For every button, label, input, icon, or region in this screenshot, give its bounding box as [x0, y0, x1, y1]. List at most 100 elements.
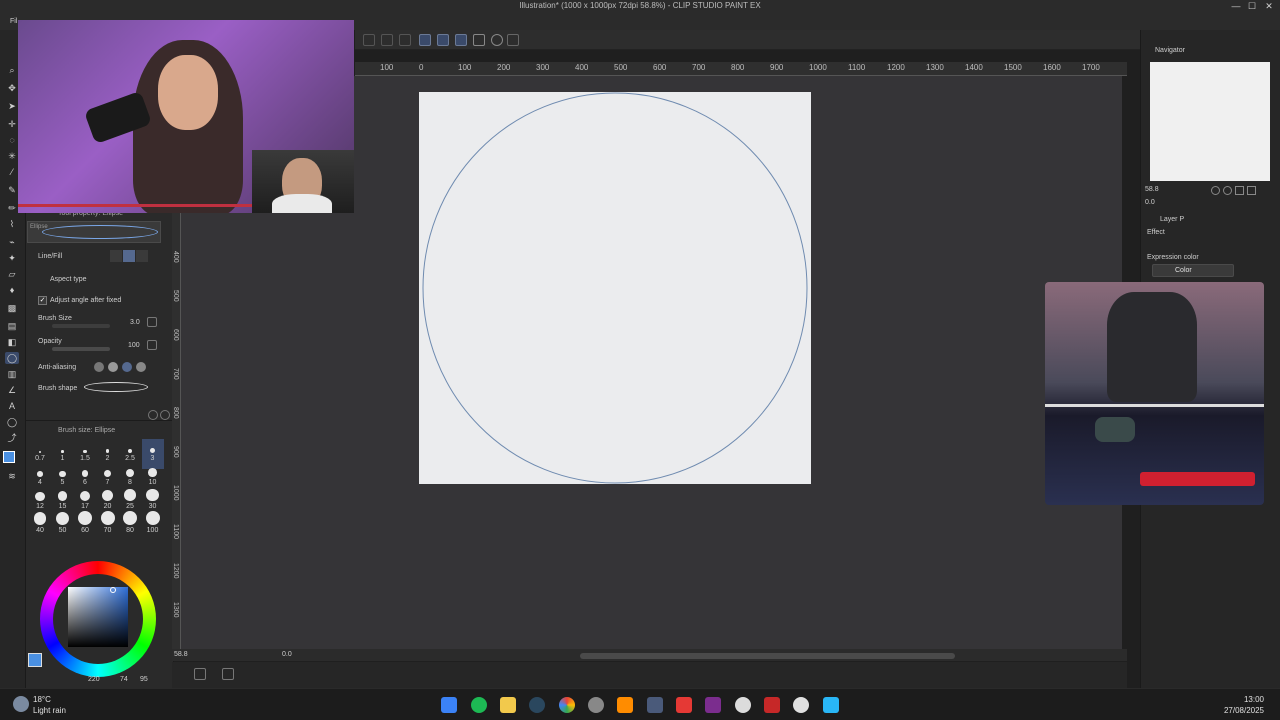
- undo-icon[interactable]: [363, 34, 375, 46]
- spotify-icon[interactable]: [471, 697, 487, 713]
- zoom-icon[interactable]: ⌕: [5, 64, 19, 76]
- fl-studio-icon[interactable]: [617, 697, 633, 713]
- tablet-icon[interactable]: [473, 34, 485, 46]
- store-icon[interactable]: [647, 697, 663, 713]
- windows-start-icon[interactable]: [441, 697, 457, 713]
- brush-icon[interactable]: ⌇: [5, 218, 19, 230]
- navigator-angle[interactable]: 0.0: [1145, 199, 1155, 206]
- brush-size-option[interactable]: 40: [29, 511, 51, 541]
- zoom-in-icon[interactable]: [1223, 186, 1232, 195]
- eraser-icon[interactable]: ▱: [5, 268, 19, 280]
- shape-icon[interactable]: ◧: [5, 336, 19, 348]
- main-color-swatch[interactable]: [3, 451, 15, 463]
- transparent-swatch-icon[interactable]: ≋: [5, 470, 19, 482]
- line-mode-icon[interactable]: [110, 250, 122, 262]
- nzxt-icon[interactable]: [705, 697, 721, 713]
- weather-description[interactable]: Light rain: [33, 706, 66, 715]
- menu-file[interactable]: Fil: [10, 18, 17, 25]
- youtube-icon[interactable]: [676, 697, 692, 713]
- gradient-icon[interactable]: ▤: [5, 320, 19, 332]
- opacity-pressure-icon[interactable]: [147, 340, 157, 350]
- help-icon[interactable]: [491, 34, 503, 46]
- chrome-icon[interactable]: [559, 697, 575, 713]
- adjust-angle-checkbox[interactable]: ✓: [38, 296, 47, 305]
- brush-size-option[interactable]: 80: [119, 511, 141, 541]
- opacity-value[interactable]: 100: [128, 342, 140, 349]
- decoration-icon[interactable]: ✦: [5, 252, 19, 264]
- settings-icon[interactable]: [148, 410, 158, 420]
- layer-folder-icon[interactable]: [222, 668, 234, 680]
- ruler-icon[interactable]: ∠: [5, 384, 19, 396]
- canvas-paper[interactable]: [419, 92, 811, 484]
- brush-size-pressure-icon[interactable]: [147, 317, 157, 327]
- lasso-icon[interactable]: ◌: [5, 134, 19, 146]
- snap-grid-icon[interactable]: [455, 34, 467, 46]
- aa-strong-icon[interactable]: [136, 362, 146, 372]
- pencil-icon[interactable]: ✏: [5, 202, 19, 214]
- brush-size-value[interactable]: 3.0: [130, 319, 140, 326]
- paint-app-icon[interactable]: [823, 697, 839, 713]
- close-button[interactable]: ✕: [1261, 1, 1277, 12]
- navigator-zoom[interactable]: 58.8: [1145, 186, 1159, 193]
- clock-time[interactable]: 13:00: [1220, 695, 1264, 704]
- correct-line-icon[interactable]: ⤴: [5, 432, 19, 444]
- canvas-zoom-value[interactable]: 58.8: [174, 651, 188, 658]
- clock-date[interactable]: 27/08/2025: [1210, 706, 1264, 715]
- color-picker-handle[interactable]: [110, 587, 116, 593]
- snap-special-ruler-icon[interactable]: [437, 34, 449, 46]
- operation-icon[interactable]: ➤: [5, 100, 19, 112]
- aa-weak-icon[interactable]: [108, 362, 118, 372]
- clear-icon[interactable]: [399, 34, 411, 46]
- saturation-value-square[interactable]: [68, 587, 128, 647]
- brush-size-option[interactable]: 50: [52, 511, 74, 541]
- app-icon[interactable]: [588, 697, 604, 713]
- aa-medium-icon[interactable]: [122, 362, 132, 372]
- weather-temperature[interactable]: 18°C: [33, 695, 51, 704]
- aa-none-icon[interactable]: [94, 362, 104, 372]
- brush-size-option[interactable]: 70: [97, 511, 119, 541]
- minimize-button[interactable]: —: [1228, 1, 1244, 11]
- voicemeeter-icon[interactable]: [764, 697, 780, 713]
- snap-ruler-icon[interactable]: [419, 34, 431, 46]
- airbrush-icon[interactable]: ⌁: [5, 236, 19, 248]
- new-layer-icon[interactable]: [194, 668, 206, 680]
- line-fill-mode-icon[interactable]: [136, 250, 148, 262]
- ellipse-tool-icon[interactable]: ◯: [5, 352, 19, 364]
- move-icon[interactable]: ✥: [5, 82, 19, 94]
- balloon-icon[interactable]: ◯: [5, 416, 19, 428]
- fit-icon[interactable]: [1235, 186, 1244, 195]
- brush-size-slider[interactable]: [52, 324, 110, 328]
- navigator-preview[interactable]: [1150, 62, 1270, 181]
- magic-wand-icon[interactable]: ✳: [5, 150, 19, 162]
- maximize-button[interactable]: ☐: [1244, 1, 1260, 12]
- actual-size-icon[interactable]: [1247, 186, 1256, 195]
- steam-icon[interactable]: [529, 697, 545, 713]
- opacity-slider[interactable]: [52, 347, 110, 351]
- search-icon[interactable]: [160, 410, 170, 420]
- pen-icon[interactable]: ✎: [5, 184, 19, 196]
- navigator-zoom-buttons[interactable]: [1211, 186, 1271, 196]
- weather-icon[interactable]: [13, 696, 29, 712]
- brush-size-option[interactable]: 100: [142, 511, 164, 541]
- expression-color-select[interactable]: Color: [1152, 264, 1234, 277]
- media-player-icon[interactable]: [793, 697, 809, 713]
- horizontal-scrollbar[interactable]: [580, 653, 955, 659]
- file-explorer-icon[interactable]: [500, 697, 516, 713]
- fill-mode-icon[interactable]: [123, 250, 135, 262]
- canvas-angle-value[interactable]: 0.0: [282, 651, 292, 658]
- preset-preview[interactable]: Ellipse: [27, 221, 161, 243]
- zoom-out-icon[interactable]: [1211, 186, 1220, 195]
- rotate-reset-icon[interactable]: [507, 34, 519, 46]
- text-icon[interactable]: A: [5, 400, 19, 412]
- eyedropper-icon[interactable]: ⁄: [5, 166, 19, 178]
- redo-icon[interactable]: [381, 34, 393, 46]
- brush-size-option[interactable]: 60: [74, 511, 96, 541]
- move-layer-icon[interactable]: ✛: [5, 118, 19, 130]
- layer-property-tab[interactable]: Layer P: [1160, 216, 1184, 223]
- fill-icon[interactable]: ▩: [5, 302, 19, 314]
- navigator-tab[interactable]: Navigator: [1155, 47, 1185, 54]
- clip-studio-icon[interactable]: [735, 697, 751, 713]
- frame-icon[interactable]: ▥: [5, 368, 19, 380]
- brush-shape-preview[interactable]: [84, 382, 148, 392]
- main-color-chip[interactable]: [28, 653, 42, 667]
